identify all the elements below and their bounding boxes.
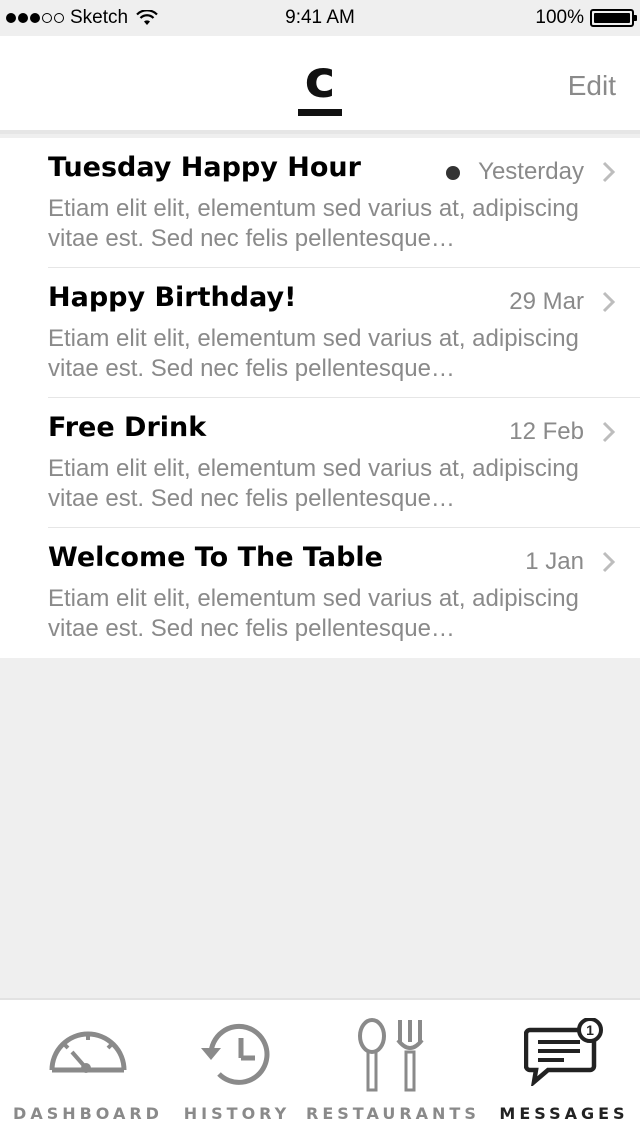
tab-label: MESSAGES (499, 1104, 629, 1123)
tab-history[interactable]: HISTORY (178, 1000, 296, 1136)
message-list: Tuesday Happy Hour Yesterday Etiam elit … (0, 138, 640, 658)
message-title: Happy Birthday! (48, 282, 297, 313)
status-bar: Sketch 9:41 AM 100% (0, 0, 640, 36)
message-row[interactable]: Happy Birthday! 29 Mar Etiam elit elit, … (0, 268, 640, 398)
tab-bar: DASHBOARD HISTORY RESTAURANTS 1 MESSAGES (0, 998, 640, 1136)
app-logo: c (296, 50, 344, 116)
edit-button[interactable]: Edit (568, 70, 616, 102)
history-icon (201, 1023, 270, 1085)
status-right: 100% (535, 7, 637, 29)
unread-dot-icon (446, 166, 460, 180)
logo-letter: c (304, 50, 336, 110)
message-preview: Etiam elit elit, elementum sed varius at… (48, 455, 579, 512)
chevron-right-icon (602, 421, 616, 443)
message-date: 29 Mar (509, 288, 584, 315)
message-title: Welcome To The Table (48, 542, 383, 573)
battery-percent: 100% (535, 7, 584, 28)
message-date: 12 Feb (509, 418, 584, 445)
message-date: 1 Jan (525, 548, 584, 575)
fork-spoon-icon (358, 1018, 424, 1092)
tab-label: DASHBOARD (13, 1104, 163, 1123)
message-row[interactable]: Free Drink 12 Feb Etiam elit elit, eleme… (0, 398, 640, 528)
message-preview: Etiam elit elit, elementum sed varius at… (48, 585, 579, 642)
messages-badge: 1 (586, 1022, 594, 1038)
messages-icon: 1 (524, 1018, 603, 1086)
tab-label: HISTORY (183, 1104, 291, 1123)
tab-messages[interactable]: 1 MESSAGES (492, 1000, 636, 1136)
message-title: Tuesday Happy Hour (48, 152, 361, 183)
tab-dashboard[interactable]: DASHBOARD (8, 1000, 168, 1136)
message-preview: Etiam elit elit, elementum sed varius at… (48, 325, 579, 382)
battery-icon (590, 9, 637, 27)
message-title: Free Drink (48, 412, 207, 443)
navigation-bar: c Edit (0, 36, 640, 134)
tab-label: RESTAURANTS (306, 1104, 480, 1123)
speedometer-icon (49, 1031, 127, 1073)
tab-restaurants[interactable]: RESTAURANTS (306, 1000, 478, 1136)
chevron-right-icon (602, 551, 616, 573)
chevron-right-icon (602, 161, 616, 183)
message-preview: Etiam elit elit, elementum sed varius at… (48, 195, 579, 252)
message-row[interactable]: Welcome To The Table 1 Jan Etiam elit el… (0, 528, 640, 658)
message-date: Yesterday (478, 158, 584, 185)
chevron-right-icon (602, 291, 616, 313)
logo-underline (298, 109, 342, 116)
message-row[interactable]: Tuesday Happy Hour Yesterday Etiam elit … (0, 138, 640, 268)
